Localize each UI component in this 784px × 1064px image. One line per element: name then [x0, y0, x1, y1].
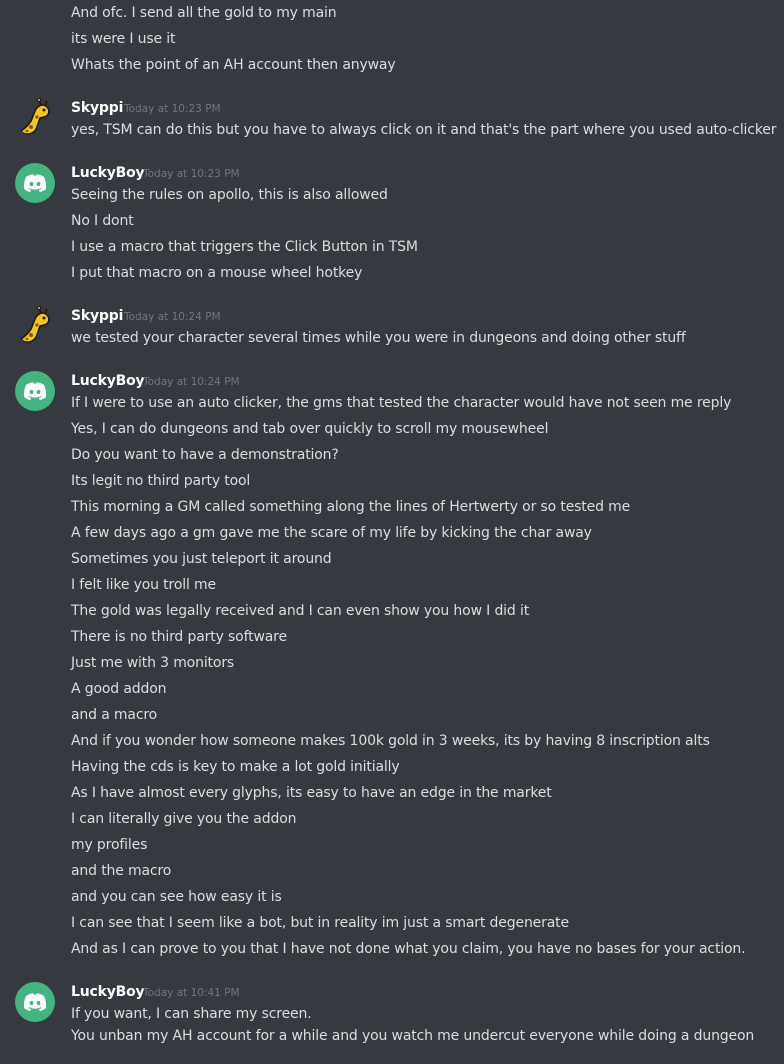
- giraffe-avatar-icon[interactable]: [15, 97, 55, 137]
- message-line: And ofc. I send all the gold to my main: [71, 5, 337, 21]
- message-line: we tested your character several times w…: [71, 330, 686, 346]
- discord-default-avatar-icon[interactable]: [15, 371, 55, 411]
- message-timestamp: Today at 10:41 PM: [143, 987, 240, 999]
- message-line: Just me with 3 monitors: [71, 655, 235, 671]
- message-line: I put that macro on a mouse wheel hotkey: [71, 265, 363, 281]
- message-line: If you want, I can share my screen.: [71, 1006, 312, 1022]
- message-author[interactable]: Skyppi: [71, 98, 123, 118]
- message-line: The gold was legally received and I can …: [71, 603, 530, 619]
- message-line: And as I can prove to you that I have no…: [71, 941, 746, 957]
- message-line: And if you wonder how someone makes 100k…: [71, 733, 710, 749]
- message-timestamp: Today at 10:24 PM: [143, 376, 240, 388]
- message-line: Having the cds is key to make a lot gold…: [71, 759, 400, 775]
- message-author[interactable]: LuckyBoy: [71, 371, 145, 391]
- message-line: my profiles: [71, 837, 148, 853]
- message-timestamp: Today at 10:24 PM: [124, 311, 221, 323]
- message-line: its were I use it: [71, 31, 176, 47]
- message-line: Whats the point of an AH account then an…: [71, 57, 396, 73]
- message-line: As I have almost every glyphs, its easy …: [71, 785, 552, 801]
- message-line: Seeing the rules on apollo, this is also…: [71, 187, 388, 203]
- message-line: A few days ago a gm gave me the scare of…: [71, 525, 592, 541]
- message-line: I felt like you troll me: [71, 577, 216, 593]
- chat-message-list: And ofc. I send all the gold to my main …: [0, 0, 784, 1064]
- message-line: I can see that I seem like a bot, but in…: [71, 915, 569, 931]
- message-line: No I dont: [71, 213, 134, 229]
- message-author[interactable]: LuckyBoy: [71, 163, 145, 183]
- message-line: yes, TSM can do this but you have to alw…: [71, 122, 777, 138]
- message-line: Yes, I can do dungeons and tab over quic…: [71, 421, 549, 437]
- message-line: There is no third party software: [71, 629, 287, 645]
- discord-default-avatar-icon[interactable]: [15, 163, 55, 203]
- message-timestamp: Today at 10:23 PM: [143, 168, 240, 180]
- message-line: I use a macro that triggers the Click Bu…: [71, 239, 418, 255]
- message-line: and you can see how easy it is: [71, 889, 282, 905]
- message-author[interactable]: LuckyBoy: [71, 982, 145, 1002]
- message-line: If I were to use an auto clicker, the gm…: [71, 395, 732, 411]
- giraffe-avatar-icon[interactable]: [15, 305, 55, 345]
- message-timestamp: Today at 10:23 PM: [124, 103, 221, 115]
- message-line: and a macro: [71, 707, 158, 723]
- message-author[interactable]: Skyppi: [71, 306, 123, 326]
- message-line: Do you want to have a demonstration?: [71, 447, 339, 463]
- message-line: I can literally give you the addon: [71, 811, 297, 827]
- discord-default-avatar-icon[interactable]: [15, 982, 55, 1022]
- message-line: Its legit no third party tool: [71, 473, 251, 489]
- message-line: This morning a GM called something along…: [71, 499, 631, 515]
- message-line: A good addon: [71, 681, 167, 697]
- message-line: You unban my AH account for a while and …: [71, 1028, 755, 1044]
- message-line: and the macro: [71, 863, 172, 879]
- message-line: Sometimes you just teleport it around: [71, 551, 332, 567]
